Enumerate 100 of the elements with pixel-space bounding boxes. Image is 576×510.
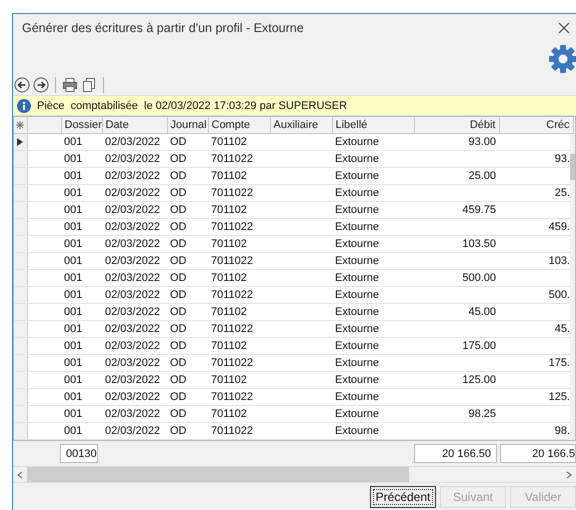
table-cell: 02/03/2022 <box>105 136 160 148</box>
table-cell: OD <box>170 153 186 165</box>
table-cell: 7011022 <box>211 391 254 403</box>
table-cell: OD <box>170 289 186 301</box>
table-cell: 001 <box>64 306 82 318</box>
back-button[interactable] <box>14 77 30 93</box>
table-cell: OD <box>170 136 186 148</box>
dialog-button[interactable]: Précédent <box>370 486 436 508</box>
table-cell: Extourne <box>335 289 380 301</box>
copy-button[interactable] <box>81 77 97 93</box>
close-button[interactable] <box>556 20 572 36</box>
table-cell: OD <box>170 408 186 420</box>
table-cell: OD <box>170 357 186 369</box>
table-cell: OD <box>170 272 186 284</box>
table-cell: 103. <box>548 255 570 267</box>
table-cell: Extourne <box>335 425 380 437</box>
table-cell: Extourne <box>335 272 380 284</box>
table-cell: 125. <box>548 391 570 403</box>
table-cell: 7011022 <box>211 187 254 199</box>
table-cell: OD <box>170 221 186 233</box>
table-cell: 7011022 <box>211 357 254 369</box>
table-cell: 7011022 <box>211 153 254 165</box>
table-cell: OD <box>170 238 186 250</box>
table-cell: 02/03/2022 <box>105 255 160 267</box>
table-cell: 001 <box>64 170 82 182</box>
current-row-icon <box>17 138 23 146</box>
settings-icon[interactable] <box>548 44 576 74</box>
table-cell: 93.00 <box>468 136 496 148</box>
table-cell: Extourne <box>335 306 380 318</box>
table-cell: 001 <box>64 357 82 369</box>
table-cell: OD <box>170 306 186 318</box>
table-cell: Extourne <box>335 374 380 386</box>
table-cell: 001 <box>64 425 82 437</box>
table-cell: 02/03/2022 <box>105 204 160 216</box>
table-cell: 175. <box>548 357 570 369</box>
table-cell: 001 <box>64 408 82 420</box>
table-cell: 02/03/2022 <box>105 170 160 182</box>
window-title: Générer des écritures à partir d'un profil - Extourne <box>22 21 305 35</box>
table-cell: 500.00 <box>462 272 496 284</box>
table-cell: 175.00 <box>462 340 496 352</box>
table-cell: Extourne <box>335 340 380 352</box>
new-row-icon <box>14 119 26 131</box>
credit-total: 20 166.5 <box>500 444 576 463</box>
table-cell: 001 <box>64 187 82 199</box>
horizontal-scrollbar[interactable] <box>13 466 576 483</box>
table-cell: Extourne <box>335 170 380 182</box>
table-cell: 7011022 <box>211 289 254 301</box>
table-cell: 125.00 <box>462 374 496 386</box>
table-cell: 02/03/2022 <box>105 289 160 301</box>
table-cell: Extourne <box>335 408 380 420</box>
table-cell: 98. <box>554 425 570 437</box>
table-cell: 701102 <box>211 170 247 182</box>
table-cell: Extourne <box>335 238 380 250</box>
table-cell: 001 <box>64 238 82 250</box>
table-cell: Extourne <box>335 323 380 335</box>
table-cell: Extourne <box>335 391 380 403</box>
table-cell: OD <box>170 374 186 386</box>
count-total: 00130 <box>60 444 98 463</box>
table-cell: 701102 <box>211 238 247 250</box>
table-cell: OD <box>170 255 186 267</box>
table-cell: 701102 <box>211 136 247 148</box>
table-cell: Extourne <box>335 255 380 267</box>
table-cell: 001 <box>64 323 82 335</box>
table-cell: OD <box>170 340 186 352</box>
table-cell: 98.25 <box>468 408 496 420</box>
table-cell: Extourne <box>335 357 380 369</box>
vertical-scrollbar[interactable] <box>570 134 575 440</box>
table-cell: 001 <box>64 204 82 216</box>
table-cell: 45. <box>554 323 570 335</box>
info-message: Pièce comptabilisée le 02/03/2022 17:03:29 par SUPERUSER <box>37 100 348 112</box>
table-cell: Extourne <box>335 221 380 233</box>
row-header[interactable] <box>14 134 27 150</box>
table-cell: 02/03/2022 <box>105 408 160 420</box>
table-cell: 701102 <box>211 306 247 318</box>
table-cell: OD <box>170 323 186 335</box>
table-cell: 459. <box>548 221 570 233</box>
table-cell: OD <box>170 204 186 216</box>
forward-button[interactable] <box>33 77 49 93</box>
table-cell: 02/03/2022 <box>105 357 160 369</box>
table-cell: 02/03/2022 <box>105 238 160 250</box>
table-cell: 001 <box>64 136 82 148</box>
table-cell: Extourne <box>335 204 380 216</box>
table-cell: OD <box>170 425 186 437</box>
table-cell: 001 <box>64 221 82 233</box>
table-cell: 7011022 <box>211 323 254 335</box>
table-cell: 701102 <box>211 340 247 352</box>
table-cell: 701102 <box>211 272 247 284</box>
debit-total: 20 166.50 <box>414 444 497 463</box>
table-cell: OD <box>170 391 186 403</box>
table-cell: Extourne <box>335 153 380 165</box>
table-cell: 459.75 <box>462 204 496 216</box>
info-icon <box>17 98 31 112</box>
print-button[interactable] <box>62 77 78 93</box>
table-cell: 103.50 <box>462 238 496 250</box>
table-cell: 701102 <box>211 374 247 386</box>
table-cell: 001 <box>64 272 82 284</box>
table-cell: 02/03/2022 <box>105 221 160 233</box>
table-cell: 45.00 <box>468 306 496 318</box>
table-cell: 7011022 <box>211 255 254 267</box>
table-cell: 02/03/2022 <box>105 323 160 335</box>
